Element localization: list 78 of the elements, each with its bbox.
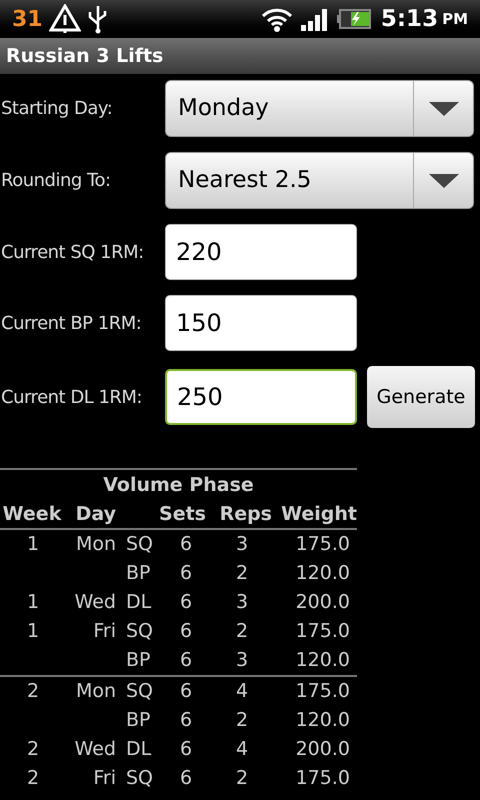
table-title: Volume Phase <box>103 472 254 498</box>
signal-icon <box>300 7 329 31</box>
table-cell: 120.0 <box>296 709 350 732</box>
table-cell: Wed <box>74 738 116 760</box>
window-title: Russian 3 Lifts <box>6 44 164 69</box>
table-cell: SQ <box>126 533 154 556</box>
form-label: Starting Day: <box>0 97 114 121</box>
table-cell: 1 <box>26 533 40 556</box>
caret-icon <box>428 102 458 116</box>
column-header: Week <box>2 502 62 527</box>
table-cell: 1 <box>26 620 40 642</box>
form-label: Current DL 1RM: <box>0 386 143 410</box>
column-header: Reps <box>218 502 272 527</box>
column-header: Day <box>74 502 116 527</box>
table-cell: 6 <box>180 562 192 584</box>
clock-ampm: PM <box>442 8 468 30</box>
table-cell: Mon <box>76 680 116 702</box>
table-cell: 175.0 <box>296 620 350 642</box>
table-cell: DL <box>126 738 152 760</box>
table-cell: BP <box>126 649 150 672</box>
table-cell: 3 <box>236 649 248 672</box>
table-cell: 2 <box>236 709 248 732</box>
table-cell: 6 <box>180 680 192 702</box>
table-cell: 3 <box>236 591 248 614</box>
form-label: Current SQ 1RM: <box>0 240 145 264</box>
table-cell: 6 <box>180 709 192 732</box>
dropdown-value: Nearest 2.5 <box>177 166 312 196</box>
table-cell: 6 <box>180 649 192 672</box>
table-cell: Fri <box>93 767 116 790</box>
table-cell: 2 <box>26 680 40 702</box>
table-cell: 175.0 <box>296 533 350 556</box>
battery-charging-icon <box>336 9 371 29</box>
clock-time: 5:13 <box>380 4 438 34</box>
table-cell: 6 <box>180 767 192 790</box>
table-cell: SQ <box>126 767 154 790</box>
table-cell: 2 <box>236 767 248 790</box>
input-field[interactable]: 150 <box>165 295 357 351</box>
table-cell: 6 <box>180 620 192 642</box>
table-cell: DL <box>126 591 152 614</box>
table-cell: 200.0 <box>296 738 350 760</box>
input-field[interactable]: 250 <box>165 369 357 425</box>
table-cell: Wed <box>74 591 116 614</box>
table-cell: 200.0 <box>296 591 350 614</box>
table-cell: 6 <box>180 738 192 760</box>
warning-icon <box>48 4 81 34</box>
table-cell: 175.0 <box>296 680 350 702</box>
generate-button[interactable]: Generate <box>367 366 475 428</box>
dropdown-value: Monday <box>177 94 270 124</box>
form-label: Rounding To: <box>0 169 112 193</box>
column-header: Sets <box>158 502 206 527</box>
table-cell: 175.0 <box>296 767 350 790</box>
wifi-icon <box>260 6 293 32</box>
dropdown[interactable]: Nearest 2.5 <box>165 152 474 209</box>
table-cell: BP <box>126 562 150 584</box>
input-field[interactable]: 220 <box>165 224 357 280</box>
dropdown[interactable]: Monday <box>165 80 474 137</box>
caret-icon <box>428 174 458 188</box>
table-cell: 2 <box>26 767 40 790</box>
form-label: Current BP 1RM: <box>0 312 142 336</box>
table-cell: 6 <box>180 533 192 556</box>
table-cell: 2 <box>236 620 248 642</box>
table-cell: Mon <box>76 533 116 556</box>
table-cell: 120.0 <box>296 649 350 672</box>
table-cell: 3 <box>236 533 248 556</box>
column-header: Weight <box>280 502 357 527</box>
table-cell: 6 <box>180 591 192 614</box>
table-cell: SQ <box>126 620 154 642</box>
table-cell: Fri <box>93 620 116 642</box>
table-cell: 120.0 <box>296 562 350 584</box>
calendar-notification: 31 <box>12 6 43 34</box>
table-cell: 4 <box>236 680 248 702</box>
table-cell: 1 <box>26 591 40 614</box>
table-cell: SQ <box>126 680 154 702</box>
table-cell: 4 <box>236 738 248 760</box>
usb-icon <box>86 4 109 34</box>
table-cell: 2 <box>236 562 248 584</box>
table-cell: BP <box>126 709 150 732</box>
table-cell: 2 <box>26 738 40 760</box>
